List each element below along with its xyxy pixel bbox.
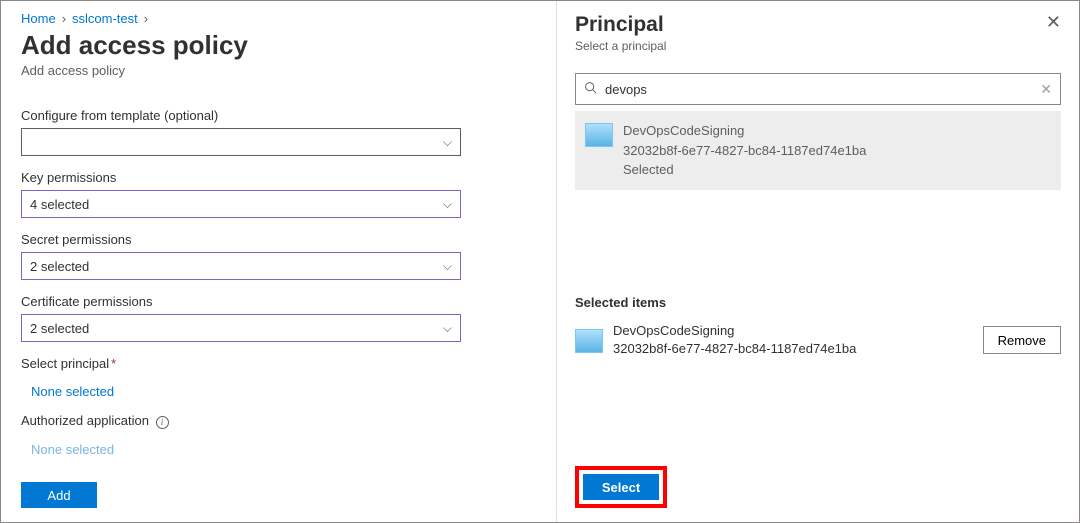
search-icon bbox=[584, 81, 597, 97]
cert-perm-label: Certificate permissions bbox=[21, 294, 536, 309]
chevron-down-icon: ⌵ bbox=[443, 259, 452, 274]
cert-perm-value: 2 selected bbox=[30, 321, 89, 336]
key-perm-label: Key permissions bbox=[21, 170, 536, 185]
selected-item-text: DevOpsCodeSigning 32032b8f-6e77-4827-bc8… bbox=[613, 322, 973, 360]
chevron-down-icon: ⌵ bbox=[443, 321, 452, 336]
select-button[interactable]: Select bbox=[583, 474, 659, 500]
principal-search[interactable]: ✕ bbox=[575, 73, 1061, 105]
secret-perm-label: Secret permissions bbox=[21, 232, 536, 247]
selected-items-heading: Selected items bbox=[575, 295, 1061, 310]
remove-button[interactable]: Remove bbox=[983, 326, 1061, 354]
authorized-app-label: Authorized application i bbox=[21, 413, 536, 429]
secret-perm-value: 2 selected bbox=[30, 259, 89, 274]
chevron-right-icon: › bbox=[62, 11, 66, 26]
page-title: Add access policy bbox=[21, 30, 536, 61]
app-icon bbox=[585, 123, 613, 147]
key-perm-dropdown[interactable]: 4 selected ⌵ bbox=[21, 190, 461, 218]
selected-item-row: DevOpsCodeSigning 32032b8f-6e77-4827-bc8… bbox=[575, 322, 1061, 360]
close-icon[interactable]: ✕ bbox=[1046, 13, 1061, 31]
select-principal-label: Select principal* bbox=[21, 356, 536, 371]
select-principal-link[interactable]: None selected bbox=[21, 384, 536, 399]
panel-title: Principal bbox=[575, 13, 1061, 37]
breadcrumb: Home › sslcom-test › bbox=[21, 11, 536, 26]
principal-search-input[interactable] bbox=[603, 81, 1034, 98]
breadcrumb-item[interactable]: sslcom-test bbox=[72, 11, 138, 26]
key-perm-value: 4 selected bbox=[30, 197, 89, 212]
chevron-down-icon: ⌵ bbox=[443, 197, 452, 212]
search-result-item[interactable]: DevOpsCodeSigning 32032b8f-6e77-4827-bc8… bbox=[575, 111, 1061, 190]
add-button[interactable]: Add bbox=[21, 482, 97, 508]
page-subtitle: Add access policy bbox=[21, 63, 536, 78]
template-label: Configure from template (optional) bbox=[21, 108, 536, 123]
app-icon bbox=[575, 329, 603, 353]
chevron-right-icon: › bbox=[144, 11, 148, 26]
authorized-app-link[interactable]: None selected bbox=[21, 442, 536, 457]
clear-icon[interactable]: ✕ bbox=[1040, 81, 1052, 98]
chevron-down-icon: ⌵ bbox=[443, 135, 452, 150]
search-result-text: DevOpsCodeSigning 32032b8f-6e77-4827-bc8… bbox=[623, 121, 866, 180]
select-highlight: Select bbox=[575, 466, 667, 508]
template-dropdown[interactable]: ⌵ bbox=[21, 128, 461, 156]
panel-subtitle: Select a principal bbox=[575, 39, 1061, 53]
secret-perm-dropdown[interactable]: 2 selected ⌵ bbox=[21, 252, 461, 280]
info-icon[interactable]: i bbox=[156, 416, 169, 429]
breadcrumb-home[interactable]: Home bbox=[21, 11, 56, 26]
cert-perm-dropdown[interactable]: 2 selected ⌵ bbox=[21, 314, 461, 342]
